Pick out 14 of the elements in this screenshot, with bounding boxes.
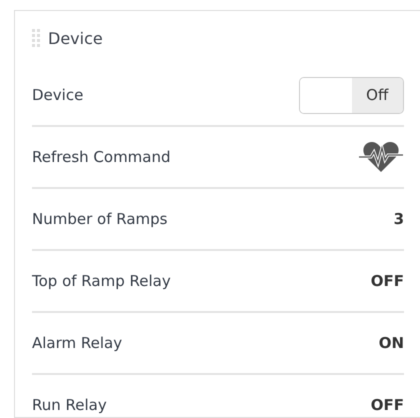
row-label: Top of Ramp Relay: [32, 272, 171, 290]
row-label: Refresh Command: [32, 148, 171, 166]
panel-title: Device: [48, 28, 103, 48]
row-value: 3: [394, 210, 404, 228]
row-value: ON: [378, 334, 404, 352]
drag-handle-icon[interactable]: [32, 29, 40, 47]
heartbeat-icon[interactable]: [358, 140, 404, 174]
row-value: OFF: [370, 272, 404, 290]
row-label: Device: [32, 86, 84, 104]
row-value: OFF: [370, 396, 404, 414]
row-label: Alarm Relay: [32, 334, 122, 352]
row-label: Number of Ramps: [32, 210, 168, 228]
row-label: Run Relay: [32, 396, 107, 414]
toggle-switch[interactable]: Off: [299, 76, 404, 114]
